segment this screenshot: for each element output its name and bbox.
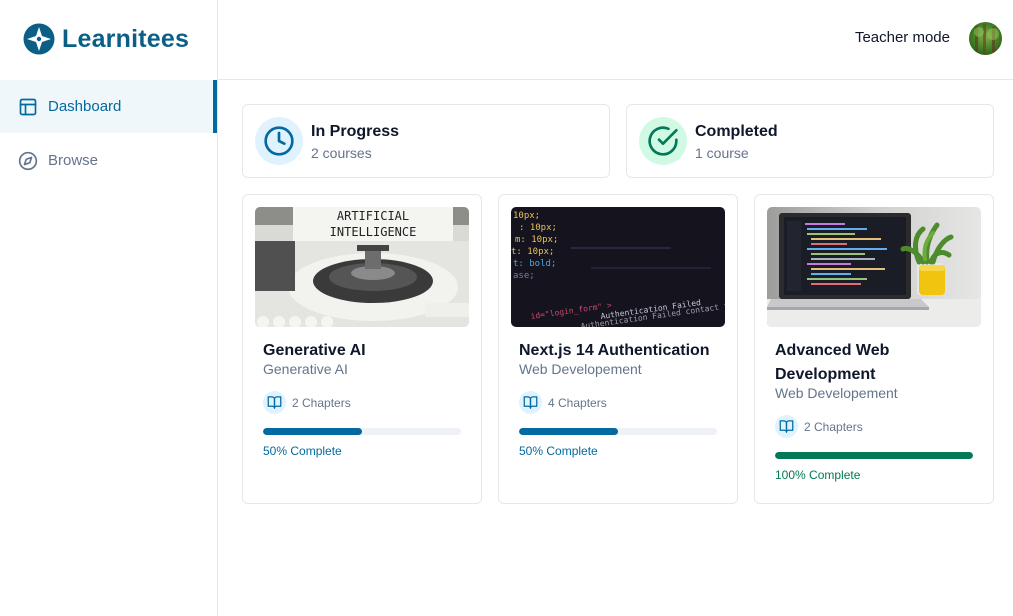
sidebar-item-label: Browse xyxy=(48,152,99,169)
brand-logo[interactable]: Learnitees xyxy=(23,23,189,55)
chapter-count: 4 Chapters xyxy=(519,391,607,414)
course-card-nextjs-auth[interactable]: 10px; : 10px; m: 10px; t: 10px; t: bold;… xyxy=(498,194,738,504)
course-thumbnail: 10px; : 10px; m: 10px; t: 10px; t: bold;… xyxy=(511,207,725,327)
svg-text:: 10px;: : 10px; xyxy=(519,223,557,233)
course-title[interactable]: Advanced Web Development xyxy=(775,339,980,387)
course-title[interactable]: Next.js 14 Authentication xyxy=(519,339,724,363)
completed-card: Completed 1 course xyxy=(626,104,994,178)
svg-text:INTELLIGENCE: INTELLIGENCE xyxy=(330,225,417,239)
course-card-generative-ai[interactable]: ARTIFICIAL INTELLIGENCE Generative AI Ge… xyxy=(242,194,482,504)
chapter-count-label: 2 Chapters xyxy=(292,395,351,410)
progress-label: 50% Complete xyxy=(263,444,342,458)
course-thumbnail: ARTIFICIAL INTELLIGENCE xyxy=(255,207,469,327)
layout-icon xyxy=(19,98,37,115)
chapter-count-label: 4 Chapters xyxy=(548,395,607,410)
stat-title: In Progress xyxy=(311,123,400,140)
compass-icon xyxy=(18,151,38,170)
course-category: Web Developement xyxy=(519,361,642,377)
thumbnail-text: ARTIFICIAL xyxy=(337,209,409,223)
teacher-mode-button[interactable]: Teacher mode xyxy=(855,29,950,46)
course-thumbnail xyxy=(767,207,981,327)
progress-bar xyxy=(775,452,973,459)
in-progress-card: In Progress 2 courses xyxy=(242,104,610,178)
progress-bar xyxy=(519,428,717,435)
sidebar-item-dashboard[interactable]: Dashboard xyxy=(0,80,217,133)
progress-fill xyxy=(519,428,618,435)
progress-bar xyxy=(263,428,461,435)
course-card-advanced-web[interactable]: Advanced Web Development Web Developemen… xyxy=(754,194,994,504)
clock-icon xyxy=(255,117,303,165)
svg-text:t: 10px;: t: 10px; xyxy=(511,247,554,257)
check-circle-icon xyxy=(639,117,687,165)
svg-text:t: bold;: t: bold; xyxy=(513,259,556,269)
sidebar-item-label: Dashboard xyxy=(48,98,122,115)
book-icon xyxy=(519,391,542,414)
course-category: Web Developement xyxy=(775,385,898,401)
course-title[interactable]: Generative AI xyxy=(263,339,468,363)
progress-fill xyxy=(775,452,973,459)
avatar[interactable] xyxy=(969,22,1002,55)
stat-count: 1 course xyxy=(695,145,749,161)
logo-icon xyxy=(23,23,55,55)
progress-label: 100% Complete xyxy=(775,468,861,482)
progress-label: 50% Complete xyxy=(519,444,598,458)
brand-name: Learnitees xyxy=(62,24,190,53)
sidebar: Learnitees Dashboard Browse xyxy=(0,0,218,616)
book-icon xyxy=(775,415,798,438)
course-category: Generative AI xyxy=(263,361,348,377)
chapter-count-label: 2 Chapters xyxy=(804,419,863,434)
stat-count: 2 courses xyxy=(311,145,372,161)
book-icon xyxy=(263,391,286,414)
svg-text:ase;: ase; xyxy=(513,271,535,281)
sidebar-item-browse[interactable]: Browse xyxy=(0,134,217,187)
chapter-count: 2 Chapters xyxy=(775,415,863,438)
svg-text:10px;: 10px; xyxy=(513,211,540,221)
chapter-count: 2 Chapters xyxy=(263,391,351,414)
progress-fill xyxy=(263,428,362,435)
stat-title: Completed xyxy=(695,123,778,140)
svg-text:m: 10px;: m: 10px; xyxy=(515,235,558,245)
top-bar: Teacher mode xyxy=(218,0,1013,80)
